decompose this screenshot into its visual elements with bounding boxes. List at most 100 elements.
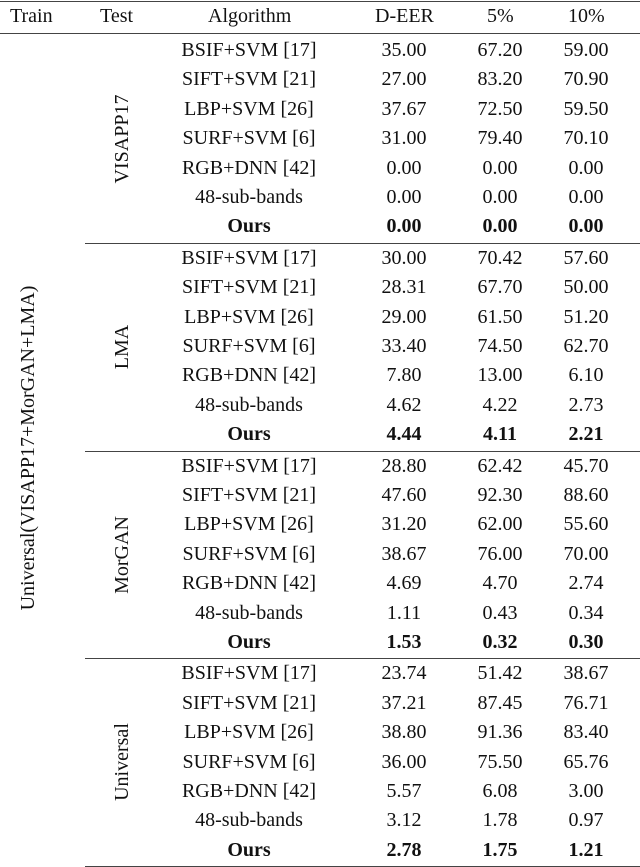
deer-cell: 36.00 [381, 750, 427, 773]
fpr10-cell: 0.34 [568, 601, 604, 624]
header-deer: D-EER [375, 5, 434, 27]
deer-cell: 27.00 [381, 68, 427, 91]
test-set-label: LMA [111, 324, 133, 369]
fpr10-cell: 45.70 [563, 454, 609, 477]
fpr10-cell: 6.10 [568, 364, 604, 387]
deer-cell: 3.12 [386, 809, 422, 832]
table-row: Ours 1.53 0.32 0.30 [0, 628, 640, 657]
fpr5-cell: 79.40 [477, 127, 523, 150]
fpr10-cell: 62.70 [563, 335, 609, 357]
fpr10-cell: 3.00 [568, 780, 604, 802]
table-row: BSIF+SVM [17] 30.00 70.42 57.60 [0, 244, 640, 273]
fpr10-cell: 0.97 [568, 809, 604, 832]
table-row: BSIF+SVM [17] 35.00 67.20 59.00 [0, 36, 640, 65]
table-row: SIFT+SVM [21] 47.60 92.30 88.60 [0, 481, 640, 510]
header-algorithm: Algorithm [208, 5, 292, 27]
algorithm-cell: 48-sub-bands [195, 601, 303, 624]
algorithm-cell: RGB+DNN [42] [181, 156, 317, 179]
algorithm-cell: BSIF+SVM [17] [181, 39, 317, 61]
fpr5-cell: 92.30 [477, 484, 523, 506]
deer-cell: 4.44 [386, 423, 422, 446]
fpr5-cell: 74.50 [477, 335, 523, 357]
deer-cell: 37.67 [381, 97, 427, 120]
deer-cell: 37.21 [381, 691, 427, 714]
deer-cell: 0.00 [386, 215, 422, 238]
header-10pct: 10% [568, 5, 605, 27]
fpr5-cell: 0.00 [482, 215, 518, 238]
fpr10-cell: 55.60 [563, 513, 609, 536]
deer-cell: 30.00 [381, 246, 427, 269]
fpr5-cell: 4.70 [482, 572, 518, 595]
algorithm-cell: RGB+DNN [42] [181, 572, 317, 595]
fpr10-cell: 0.00 [568, 215, 604, 238]
algorithm-cell: SIFT+SVM [21] [181, 276, 317, 299]
deer-cell: 0.00 [386, 186, 422, 208]
fpr10-cell: 70.10 [563, 127, 609, 150]
fpr5-cell: 6.08 [482, 780, 518, 802]
deer-cell: 38.80 [381, 721, 427, 744]
deer-cell: 38.67 [381, 542, 427, 565]
algorithm-cell: Ours [227, 215, 271, 238]
fpr5-cell: 70.42 [477, 246, 523, 269]
fpr5-cell: 4.11 [483, 423, 517, 446]
deer-cell: 4.69 [386, 572, 422, 595]
fpr10-cell: 65.76 [563, 750, 609, 773]
test-set-label: VISAPP17 [111, 94, 133, 184]
header-train: Train [10, 5, 53, 27]
deer-cell: 29.00 [381, 305, 427, 328]
deer-cell: 28.80 [381, 454, 427, 477]
deer-cell: 5.57 [386, 780, 422, 802]
table-row: SURF+SVM [6] 33.40 74.50 62.70 [0, 332, 640, 361]
fpr10-cell: 0.00 [568, 186, 604, 208]
algorithm-cell: BSIF+SVM [17] [181, 662, 317, 685]
table-row: RGB+DNN [42] 0.00 0.00 0.00 [0, 154, 640, 183]
algorithm-cell: 48-sub-bands [195, 186, 303, 208]
fpr5-cell: 72.50 [477, 97, 523, 120]
table-row: RGB+DNN [42] 5.57 6.08 3.00 [0, 777, 640, 806]
fpr5-cell: 0.00 [482, 156, 518, 179]
fpr5-cell: 61.50 [477, 305, 523, 328]
table-row: LBP+SVM [26] 31.20 62.00 55.60 [0, 510, 640, 539]
fpr10-cell: 51.20 [563, 305, 609, 328]
table-row: SIFT+SVM [21] 28.31 67.70 50.00 [0, 273, 640, 302]
fpr5-cell: 76.00 [477, 542, 523, 565]
table-row: Ours 4.44 4.11 2.21 [0, 420, 640, 449]
deer-cell: 7.80 [386, 364, 422, 387]
table-row: SIFT+SVM [21] 37.21 87.45 76.71 [0, 689, 640, 718]
algorithm-cell: LBP+SVM [26] [184, 721, 314, 744]
fpr5-cell: 13.00 [477, 364, 523, 387]
fpr5-cell: 62.42 [477, 454, 523, 477]
algorithm-cell: SIFT+SVM [21] [181, 691, 317, 714]
test-set-label: MorGAN [111, 515, 133, 594]
algorithm-cell: 48-sub-bands [195, 393, 303, 416]
algorithm-cell: Ours [227, 631, 271, 653]
fpr5-cell: 0.32 [482, 631, 518, 653]
algorithm-cell: SURF+SVM [6] [182, 127, 316, 150]
deer-cell: 0.00 [386, 156, 422, 179]
table-row: SURF+SVM [6] 38.67 76.00 70.00 [0, 540, 640, 569]
table-row: LBP+SVM [26] 37.67 72.50 59.50 [0, 95, 640, 124]
fpr5-cell: 0.00 [482, 186, 518, 208]
fpr5-cell: 62.00 [477, 513, 523, 536]
algorithm-cell: 48-sub-bands [195, 809, 303, 832]
fpr10-cell: 88.60 [563, 484, 609, 506]
algorithm-cell: BSIF+SVM [17] [181, 454, 317, 477]
table-row: RGB+DNN [42] 7.80 13.00 6.10 [0, 361, 640, 390]
algorithm-cell: SURF+SVM [6] [182, 750, 316, 773]
test-set-label: Universal [111, 723, 133, 802]
fpr10-cell: 2.73 [568, 393, 604, 416]
algorithm-cell: SURF+SVM [6] [182, 335, 316, 357]
header-test: Test [100, 5, 134, 27]
deer-cell: 1.11 [386, 601, 422, 624]
algorithm-cell: SURF+SVM [6] [182, 542, 316, 565]
algorithm-cell: RGB+DNN [42] [181, 780, 317, 802]
fpr5-cell: 83.20 [477, 68, 523, 91]
table-row: 48-sub-bands 0.00 0.00 0.00 [0, 183, 640, 212]
algorithm-cell: BSIF+SVM [17] [181, 246, 317, 269]
table-row: SURF+SVM [6] 31.00 79.40 70.10 [0, 124, 640, 153]
deer-cell: 1.53 [386, 631, 422, 653]
fpr5-cell: 91.36 [477, 721, 523, 744]
fpr10-cell: 59.50 [563, 97, 609, 120]
algorithm-cell: LBP+SVM [26] [184, 305, 314, 328]
header-5pct: 5% [487, 5, 514, 27]
